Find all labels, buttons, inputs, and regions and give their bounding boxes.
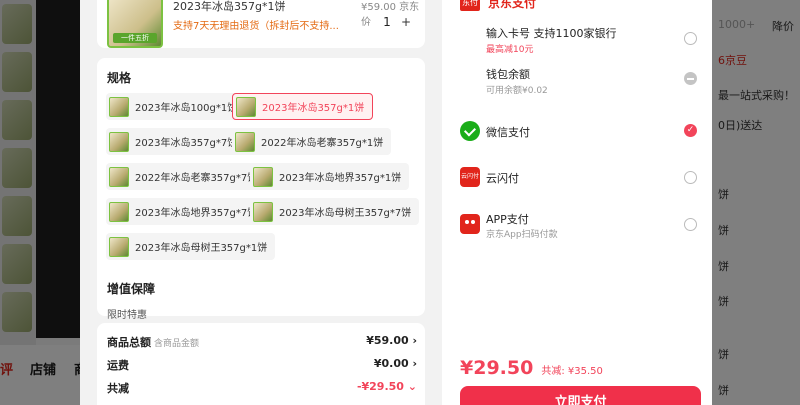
radio-button[interactable] <box>684 218 697 231</box>
spec-option[interactable]: 2023年冰岛100g*1饼 <box>106 93 246 120</box>
pay-option-label: APP支付 <box>486 213 529 226</box>
spec-option-label: 2023年冰岛357g*7饼 <box>135 138 238 149</box>
pay-now-button[interactable]: 立即支付 <box>460 386 701 405</box>
jd-app-pay-icon <box>460 214 480 234</box>
product-return-policy: 支持7天无理由退货（拆封后不支持... <box>173 21 339 32</box>
spec-option-thumbnail <box>109 166 129 187</box>
spec-option[interactable]: 2023年冰岛母树王357g*7饼 <box>250 198 420 225</box>
radio-button[interactable] <box>684 32 697 45</box>
product-name: 2023年冰岛357g*1饼 <box>173 0 286 13</box>
spec-card: 规格 2023年冰岛100g*1饼 2023年冰岛357g*1饼 2023年冰岛… <box>97 58 425 321</box>
product-card: 一件五折 2023年冰岛357g*1饼 ¥59.00 京东价 支持7天无理由退货… <box>97 0 425 48</box>
radio-button[interactable] <box>684 171 697 184</box>
order-panel: 一件五折 2023年冰岛357g*1饼 ¥59.00 京东价 支持7天无理由退货… <box>80 0 442 405</box>
quantity-value[interactable]: 1 <box>376 15 398 29</box>
spec-option[interactable]: 2023年冰岛357g*7饼 <box>106 128 246 155</box>
unionpay-quickpass-icon: 云闪付 <box>460 167 480 187</box>
pay-total-amount: ¥29.50 <box>460 357 534 379</box>
product-image: 一件五折 <box>107 0 163 48</box>
pay-option-label: 微信支付 <box>486 126 530 139</box>
pay-option-label: 云闪付 <box>486 172 519 185</box>
jd-pay-logo-icon: 东付 <box>460 0 480 11</box>
summary-value: ¥0.00 › <box>373 357 417 370</box>
pay-option-subtitle: 京东App扫码付款 <box>486 230 558 240</box>
summary-note: 含商品金额 <box>154 339 200 349</box>
pay-option-wechat[interactable]: 微信支付 ✓ <box>460 121 700 143</box>
value-added-protection-subtitle: 限时特惠 <box>107 310 147 321</box>
summary-row-shipping[interactable]: 运费 ¥0.00 › <box>107 357 417 373</box>
summary-value: -¥29.50 ⌄ <box>356 380 417 393</box>
pay-option-wallet-balance[interactable]: 钱包余额 可用余额¥0.02 <box>460 66 700 100</box>
pay-option-label: 钱包余额 <box>486 68 530 81</box>
spec-option[interactable]: 2023年冰岛地界357g*1饼 <box>250 163 410 190</box>
spec-option-label: 2023年冰岛母树王357g*7饼 <box>279 208 412 219</box>
price-summary-card: 商品总额 含商品金额 ¥59.00 › 运费 ¥0.00 › 共减 -¥29.50… <box>97 323 425 405</box>
pay-option-unionpay-quickpass[interactable]: 云闪付 云闪付 <box>460 167 700 189</box>
spec-option[interactable]: 2023年冰岛母树王357g*1饼 <box>106 233 276 260</box>
spec-option-thumbnail <box>253 201 273 222</box>
summary-label: 共减 <box>107 382 129 395</box>
spec-option-label: 2023年冰岛地界357g*1饼 <box>279 173 402 184</box>
spec-option-thumbnail <box>253 166 273 187</box>
spec-option-label: 2022年冰岛老寨357g*1饼 <box>261 138 384 149</box>
spec-option-label: 2023年冰岛100g*1饼 <box>135 103 238 114</box>
quantity-increase-button[interactable]: + <box>398 15 414 29</box>
summary-row-discount[interactable]: 共减 -¥29.50 ⌄ <box>107 380 417 396</box>
pay-option-bank-card[interactable]: 输入卡号 支持1100家银行 最高减10元 <box>460 24 700 58</box>
spec-option-thumbnail <box>109 96 129 117</box>
spec-option-thumbnail <box>236 96 256 117</box>
radio-button-checked[interactable]: ✓ <box>684 124 697 137</box>
payment-panel: 东付 京东支付 输入卡号 支持1100家银行 最高减10元 钱包余额 可用余额¥… <box>442 0 712 405</box>
pay-option-app[interactable]: APP支付 京东App扫码付款 <box>460 211 700 241</box>
spec-option-thumbnail <box>235 131 255 152</box>
spec-option-selected[interactable]: 2023年冰岛357g*1饼 <box>232 93 374 120</box>
spec-option[interactable]: 2022年冰岛老寨357g*7饼 <box>106 163 266 190</box>
spec-option[interactable]: 2023年冰岛地界357g*7饼 <box>106 198 266 225</box>
value-added-protection-title: 增值保障 <box>107 282 156 296</box>
pay-total: ¥29.50 共减: ¥35.50 <box>460 357 603 379</box>
pay-total-saved: 共减: ¥35.50 <box>541 366 603 377</box>
spec-option-thumbnail <box>109 236 129 257</box>
spec-option-label: 2023年冰岛地界357g*7饼 <box>135 208 258 219</box>
pay-option-label: 输入卡号 支持1100家银行 <box>486 27 617 40</box>
jd-pay-header: 东付 京东支付 <box>460 0 536 11</box>
spec-option-thumbnail <box>109 201 129 222</box>
spec-option-label: 2023年冰岛357g*1饼 <box>262 103 365 114</box>
spec-option-label: 2023年冰岛母树王357g*1饼 <box>135 243 268 254</box>
product-badge: 一件五折 <box>113 33 157 43</box>
spec-option[interactable]: 2022年冰岛老寨357g*1饼 <box>232 128 392 155</box>
spec-title: 规格 <box>107 71 132 85</box>
wechat-pay-icon <box>460 121 480 141</box>
summary-value: ¥59.00 › <box>366 334 417 347</box>
radio-button-disabled <box>684 72 697 85</box>
spec-option-label: 2022年冰岛老寨357g*7饼 <box>135 173 258 184</box>
pay-option-subtitle: 可用余额¥0.02 <box>486 86 548 96</box>
summary-row-subtotal[interactable]: 商品总额 含商品金额 ¥59.00 › <box>107 334 417 350</box>
jd-pay-title: 京东支付 <box>488 0 537 10</box>
pay-option-subtitle: 最高减10元 <box>486 45 534 55</box>
summary-label: 运费 <box>107 359 129 372</box>
quantity-stepper: - 1 + <box>360 12 414 32</box>
summary-label: 商品总额 <box>107 336 151 349</box>
quantity-decrease-button[interactable]: - <box>360 15 376 29</box>
spec-option-thumbnail <box>109 131 129 152</box>
